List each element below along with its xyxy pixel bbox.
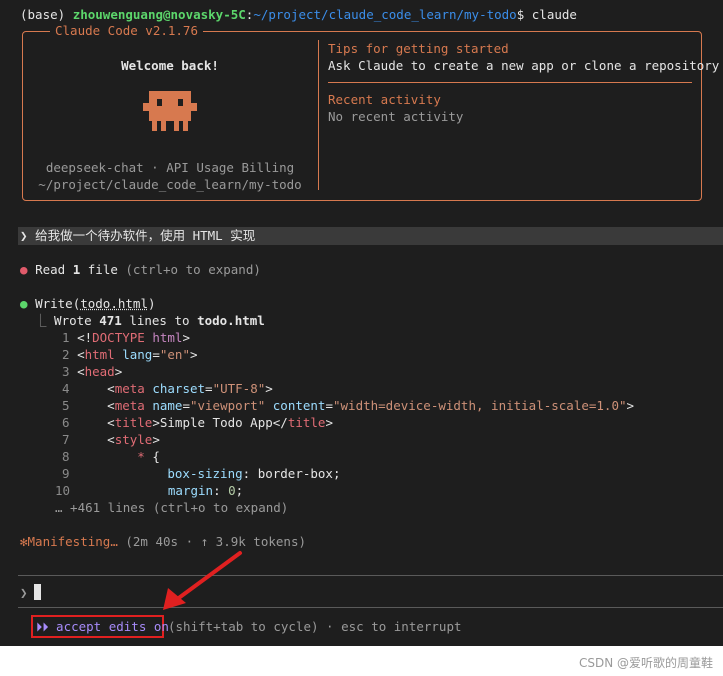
spinner-icon: ✻ [20, 534, 28, 549]
code-line: 6 <title>Simple Todo App</title> [62, 415, 333, 430]
claude-mascot-icon [143, 91, 197, 131]
line-number: 6 [62, 415, 70, 430]
status-dot-icon: ● [20, 262, 28, 277]
line-number: 9 [62, 466, 70, 481]
result-wrote: Wrote [54, 313, 92, 328]
line-number: 4 [62, 381, 70, 396]
tips-text: Ask Claude to create a new app or clone … [328, 58, 720, 73]
code-line: 8 * { [62, 449, 160, 464]
result-line-count: 471 [99, 313, 122, 328]
shortcut-hint: (shift+tab to cycle) · esc to interrupt [168, 619, 462, 634]
conda-env: (base) [20, 7, 66, 22]
working-directory: ~/project/claude_code_learn/my-todo [253, 7, 517, 22]
read-step: ● Read 1 file (ctrl+o to expand) [20, 261, 261, 278]
code-line: 2 <html lang="en"> [62, 347, 198, 362]
line-number: 5 [62, 398, 70, 413]
text-cursor [34, 584, 41, 600]
prompt-chevron-icon: ❯ [20, 228, 28, 243]
result-mid: lines to [129, 313, 190, 328]
mode-label: accept edits on [56, 619, 169, 634]
code-line: 5 <meta name="viewport" content="width=d… [62, 398, 635, 413]
code-line: 7 <style> [62, 432, 160, 447]
write-target-file[interactable]: todo.html [80, 296, 148, 311]
read-expand-hint[interactable]: (ctrl+o to expand) [125, 262, 260, 277]
write-result: ⎿ Wrote 471 lines to todo.html [34, 312, 265, 329]
result-branch-icon: ⎿ [34, 313, 47, 328]
code-line: 10 margin: 0; [55, 483, 244, 498]
welcome-panel-title: Claude Code v2.1.76 [50, 22, 203, 39]
input-top-border [18, 575, 723, 576]
mode-indicator[interactable]: ⏵⏵ accept edits on [36, 618, 169, 635]
status-line: ✻Manifesting… (2m 40s · ↑ 3.9k tokens) [20, 533, 306, 550]
panel-divider-horizontal [328, 82, 692, 83]
line-number: 7 [62, 432, 70, 447]
prompt-input[interactable] [30, 580, 720, 602]
prompt-dollar: $ [516, 7, 525, 22]
input-bottom-border [18, 607, 723, 608]
read-unit: file [87, 262, 118, 277]
welcome-greeting: Welcome back! [121, 58, 219, 73]
write-step: ● Write(todo.html) [20, 296, 156, 311]
recent-activity-heading: Recent activity [328, 92, 441, 107]
input-chevron-icon: ❯ [20, 585, 28, 600]
line-number: 8 [62, 449, 70, 464]
line-number: 10 [55, 483, 71, 498]
shell-prompt: (base) zhouwenguang@novasky-5C:~/project… [20, 6, 577, 23]
line-number: 2 [62, 347, 70, 362]
welcome-cwd: ~/project/claude_code_learn/my-todo [38, 177, 302, 192]
line-number: 1 [62, 330, 70, 345]
write-action: Write [35, 296, 73, 311]
code-line: 4 <meta charset="UTF-8"> [62, 381, 273, 396]
watermark: CSDN @爱听歌的周童鞋 [578, 656, 713, 670]
code-line: 9 box-sizing: border-box; [62, 466, 341, 481]
line-number: 3 [62, 364, 70, 379]
user-host: zhouwenguang@novasky-5C [72, 7, 246, 22]
read-action: Read [35, 262, 66, 277]
more-lines-hint[interactable]: … +461 lines (ctrl+o to expand) [55, 499, 288, 516]
user-message-text: 给我做一个待办软件，使用 HTML 实现 [35, 228, 256, 243]
terminal-window: (base) zhouwenguang@novasky-5C:~/project… [0, 0, 723, 646]
recent-activity-text: No recent activity [328, 109, 464, 124]
status-dot-icon: ● [20, 296, 28, 311]
result-file: todo.html [197, 313, 265, 328]
read-count: 1 [72, 262, 81, 277]
fast-forward-icon: ⏵⏵ [36, 619, 49, 634]
status-detail: (2m 40s · ↑ 3.9k tokens) [125, 534, 306, 549]
model-billing-info: deepseek-chat · API Usage Billing [45, 160, 295, 175]
status-label: Manifesting… [27, 534, 118, 549]
code-line: 1 <!DOCTYPE html> [62, 330, 190, 345]
user-message: ❯ 给我做一个待办软件，使用 HTML 实现 [20, 227, 255, 244]
shell-command: claude [531, 7, 577, 22]
tips-heading: Tips for getting started [328, 41, 509, 56]
code-line: 3 <head> [62, 364, 123, 379]
